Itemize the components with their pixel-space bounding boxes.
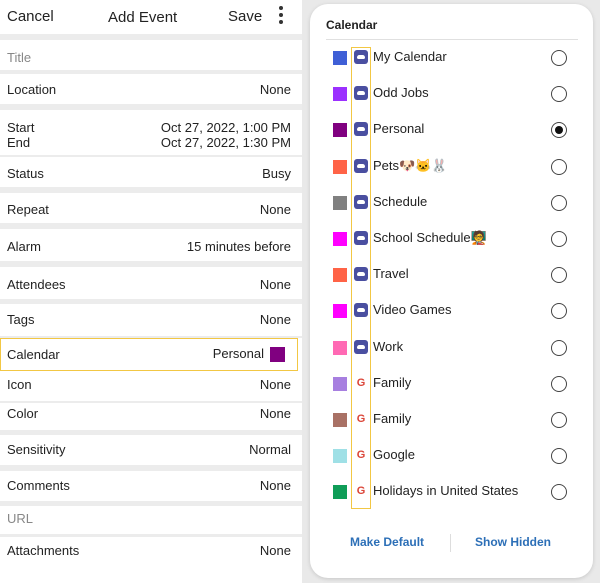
date-time-row[interactable]: Start Oct 27, 2022, 1:00 PM End Oct 27, … bbox=[0, 110, 302, 155]
url-placeholder: URL bbox=[7, 511, 34, 526]
make-default-button[interactable]: Make Default bbox=[350, 535, 424, 549]
title-placeholder: Title bbox=[7, 50, 32, 65]
more-options-icon[interactable] bbox=[279, 6, 285, 24]
calendar-option-label: Odd Jobs bbox=[373, 85, 429, 101]
tags-value: None bbox=[259, 312, 291, 327]
calendar-option-label: Family bbox=[373, 411, 412, 426]
color-value: None bbox=[259, 406, 291, 421]
calendar-color-swatch bbox=[333, 195, 347, 210]
calendar-color-swatch bbox=[333, 232, 347, 246]
attendees-row[interactable]: Attendees None bbox=[0, 267, 302, 299]
icon-value: None bbox=[259, 377, 291, 392]
calendar-color-swatch bbox=[333, 87, 347, 102]
attendees-label: Attendees bbox=[7, 277, 66, 292]
calendar-option-label: Family bbox=[373, 374, 412, 390]
status-value: Busy bbox=[262, 166, 291, 181]
alarm-value: 15 minutes before bbox=[186, 239, 291, 254]
radio-button[interactable] bbox=[551, 448, 567, 465]
attendees-value: None bbox=[259, 277, 291, 292]
comments-label: Comments bbox=[7, 478, 70, 493]
header-bar: Cancel Add Event Save bbox=[0, 0, 302, 34]
alarm-row[interactable]: Alarm 15 minutes before bbox=[0, 229, 302, 261]
alarm-label: Alarm bbox=[7, 239, 41, 254]
cancel-button[interactable]: Cancel bbox=[7, 8, 54, 25]
save-button[interactable]: Save bbox=[228, 8, 262, 25]
icon-label: Icon bbox=[7, 377, 32, 392]
calendar-row[interactable]: Calendar Personal bbox=[0, 338, 298, 371]
calendar-option-label: Holidays in United States bbox=[373, 483, 519, 499]
tags-label: Tags bbox=[7, 312, 35, 327]
start-label: Start bbox=[7, 120, 35, 135]
icon-row[interactable]: Icon None bbox=[0, 373, 302, 401]
calendar-option-label: Work bbox=[373, 338, 404, 354]
calendar-option-label: Personal bbox=[373, 121, 425, 137]
button-divider bbox=[450, 534, 451, 552]
calendar-option-label: Google bbox=[373, 447, 415, 463]
calendar-value-text: Personal bbox=[212, 346, 264, 361]
status-row[interactable]: Status Busy bbox=[0, 157, 302, 187]
calendar-color-swatch bbox=[270, 347, 285, 363]
calendar-picker-dialog: Calendar My Calendar Odd Jobs Personal Pets… bbox=[310, 4, 593, 578]
radio-button[interactable] bbox=[551, 231, 567, 247]
calendar-color-swatch bbox=[333, 51, 347, 65]
repeat-value: None bbox=[259, 202, 291, 217]
dialog-title: Calendar bbox=[326, 18, 378, 32]
add-event-form: Cancel Add Event Save Title Location Non… bbox=[0, 0, 302, 583]
url-input[interactable]: URL bbox=[0, 506, 302, 534]
calendar-option-label: School Schedule🧑‍🏫 bbox=[373, 230, 487, 245]
show-hidden-button[interactable]: Show Hidden bbox=[475, 535, 551, 549]
color-label: Color bbox=[7, 406, 39, 421]
radio-button[interactable] bbox=[551, 194, 567, 211]
attachments-row[interactable]: Attachments None bbox=[0, 537, 302, 583]
calendar-option-label: Pets🐶🐱🐰 bbox=[373, 157, 448, 173]
attachments-label: Attachments bbox=[7, 543, 80, 558]
radio-button[interactable] bbox=[551, 412, 567, 428]
radio-button[interactable] bbox=[551, 484, 567, 501]
calendar-option-label: Video Games bbox=[373, 302, 452, 318]
radio-button[interactable] bbox=[551, 267, 567, 284]
icon-column-highlight bbox=[351, 47, 371, 509]
color-row[interactable]: Color None bbox=[0, 403, 302, 433]
calendar-color-swatch bbox=[333, 413, 347, 427]
sensitivity-value: Normal bbox=[249, 442, 291, 457]
radio-button[interactable] bbox=[551, 303, 567, 320]
location-label: Location bbox=[7, 82, 57, 97]
repeat-label: Repeat bbox=[7, 202, 49, 217]
start-value[interactable]: Oct 27, 2022, 1:00 PM bbox=[161, 120, 291, 135]
end-value[interactable]: Oct 27, 2022, 1:30 PM bbox=[161, 135, 291, 150]
comments-row[interactable]: Comments None bbox=[0, 471, 302, 501]
sensitivity-label: Sensitivity bbox=[7, 442, 66, 457]
title-input[interactable]: Title bbox=[0, 40, 302, 70]
calendar-color-swatch bbox=[333, 159, 347, 174]
repeat-row[interactable]: Repeat None bbox=[0, 193, 302, 223]
radio-button[interactable] bbox=[551, 158, 567, 175]
tags-row[interactable]: Tags None bbox=[0, 304, 302, 336]
calendar-label: Calendar bbox=[7, 347, 60, 362]
calendar-color-swatch bbox=[333, 304, 347, 319]
radio-button[interactable] bbox=[551, 122, 567, 139]
calendar-color-swatch bbox=[333, 123, 347, 138]
calendar-option-label: My Calendar bbox=[373, 49, 447, 64]
radio-button[interactable] bbox=[551, 339, 567, 356]
calendar-color-swatch bbox=[333, 376, 347, 391]
attachments-value: None bbox=[259, 543, 291, 558]
calendar-color-swatch bbox=[333, 449, 347, 464]
radio-button[interactable] bbox=[551, 50, 567, 66]
location-value: None bbox=[259, 82, 291, 97]
end-label: End bbox=[7, 135, 31, 150]
sensitivity-row[interactable]: Sensitivity Normal bbox=[0, 435, 302, 465]
radio-button[interactable] bbox=[551, 86, 567, 103]
comments-value: None bbox=[259, 478, 291, 493]
page-title: Add Event bbox=[108, 9, 178, 26]
calendar-color-swatch bbox=[333, 340, 347, 355]
status-label: Status bbox=[7, 166, 44, 181]
location-row[interactable]: Location None bbox=[0, 74, 302, 104]
calendar-color-swatch bbox=[333, 268, 347, 283]
radio-button[interactable] bbox=[551, 375, 567, 392]
calendar-value: Personal bbox=[212, 346, 285, 363]
calendar-option-label: Travel bbox=[373, 266, 409, 282]
calendar-option-label: Schedule bbox=[373, 193, 428, 209]
calendar-color-swatch bbox=[333, 485, 347, 500]
